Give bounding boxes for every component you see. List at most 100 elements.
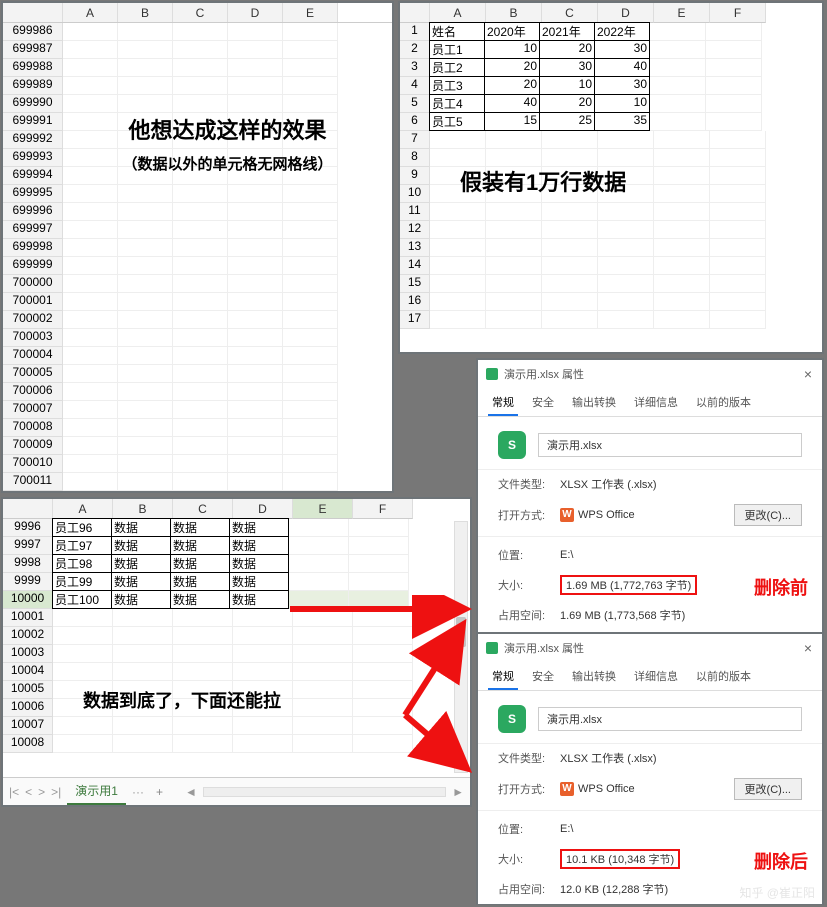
cell[interactable] [173,131,228,149]
row-header[interactable]: 4 [400,77,430,95]
row-header[interactable]: 700003 [3,329,63,347]
cell[interactable] [654,221,710,239]
cell[interactable] [113,735,173,753]
cell[interactable] [173,627,233,645]
cell[interactable] [598,221,654,239]
cell[interactable] [118,149,173,167]
cell[interactable] [289,591,349,609]
cell[interactable] [113,645,173,663]
cell[interactable] [63,131,118,149]
cell[interactable] [173,419,228,437]
cell[interactable] [228,473,283,491]
close-icon[interactable]: × [804,366,812,382]
row-header[interactable]: 700007 [3,401,63,419]
header-cell[interactable]: 2021年 [539,22,595,41]
cell[interactable] [118,437,173,455]
cell[interactable] [118,401,173,419]
cell[interactable] [228,95,283,113]
tab-nav-next-icon[interactable]: > [38,785,45,799]
cell[interactable] [173,203,228,221]
cell[interactable] [228,455,283,473]
cell[interactable] [283,23,338,41]
header-cell[interactable]: 2020年 [484,22,540,41]
dialog-tab[interactable]: 以前的版本 [692,664,755,690]
cell[interactable] [283,437,338,455]
row-header[interactable]: 699999 [3,257,63,275]
cell[interactable] [486,293,542,311]
cell[interactable] [173,365,228,383]
column-header[interactable]: F [353,499,413,519]
row-header[interactable]: 699991 [3,113,63,131]
row-header[interactable]: 699988 [3,59,63,77]
cell[interactable] [283,185,338,203]
data-cell[interactable]: 数据 [170,518,230,537]
row-header[interactable]: 700002 [3,311,63,329]
cell[interactable] [63,185,118,203]
cell[interactable] [173,383,228,401]
cell[interactable] [233,735,293,753]
cell[interactable] [113,627,173,645]
data-cell[interactable]: 20 [484,58,540,77]
cell[interactable] [430,257,486,275]
cell[interactable] [228,185,283,203]
row-header[interactable]: 699989 [3,77,63,95]
cell[interactable] [486,311,542,329]
cell[interactable] [353,645,413,663]
cell[interactable] [293,717,353,735]
data-cell[interactable]: 数据 [229,590,289,609]
data-cell[interactable]: 员工5 [429,112,485,131]
cell[interactable] [654,185,710,203]
cell[interactable] [63,203,118,221]
cell[interactable] [113,609,173,627]
cell[interactable] [63,167,118,185]
cell[interactable] [293,699,353,717]
cell[interactable] [353,699,413,717]
data-cell[interactable]: 数据 [111,572,171,591]
cell[interactable] [173,23,228,41]
cell[interactable] [233,627,293,645]
cell[interactable] [228,113,283,131]
cell[interactable] [63,401,118,419]
cell[interactable] [173,239,228,257]
row-header[interactable]: 700005 [3,365,63,383]
cell[interactable] [228,239,283,257]
cell[interactable] [63,275,118,293]
cell[interactable] [228,311,283,329]
cell[interactable] [283,293,338,311]
cell[interactable] [283,149,338,167]
cell[interactable] [228,329,283,347]
cell[interactable] [63,293,118,311]
dialog-tab[interactable]: 详细信息 [630,664,682,690]
cell[interactable] [63,419,118,437]
row-header[interactable]: 10004 [3,663,53,681]
cell[interactable] [654,167,710,185]
horizontal-scrollbar[interactable] [203,787,446,797]
cell[interactable] [63,347,118,365]
cell[interactable] [173,185,228,203]
column-header[interactable]: E [654,3,710,23]
dialog-tab[interactable]: 安全 [528,664,558,690]
cell[interactable] [486,221,542,239]
cell[interactable] [430,203,486,221]
cell[interactable] [63,473,118,491]
cell[interactable] [118,77,173,95]
row-header[interactable]: 16 [400,293,430,311]
row-header[interactable]: 10003 [3,645,53,663]
cell[interactable] [542,275,598,293]
row-header[interactable]: 10000 [3,591,53,609]
cell[interactable] [349,555,409,573]
row-header[interactable]: 700009 [3,437,63,455]
cell[interactable] [542,221,598,239]
cell[interactable] [293,609,353,627]
row-header[interactable]: 699992 [3,131,63,149]
cell[interactable] [654,203,710,221]
cell[interactable] [283,329,338,347]
close-icon[interactable]: × [804,640,812,656]
cell[interactable] [598,311,654,329]
cell[interactable] [650,95,706,113]
row-header[interactable]: 699998 [3,239,63,257]
cell[interactable] [233,609,293,627]
cell[interactable] [293,681,353,699]
cell[interactable] [650,59,706,77]
cell[interactable] [63,311,118,329]
